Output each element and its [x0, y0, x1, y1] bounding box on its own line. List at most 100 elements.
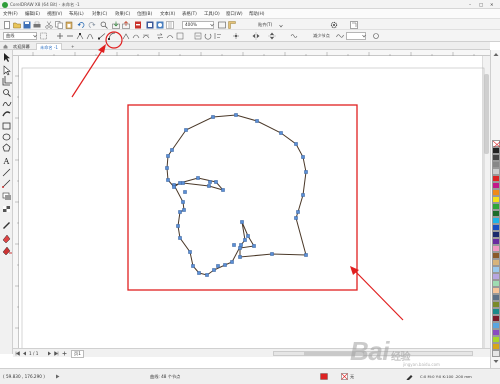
menu-bitmaps[interactable]: 位图(B) — [137, 11, 152, 17]
swatch-green[interactable] — [492, 203, 500, 210]
swatch-teal[interactable] — [492, 308, 500, 315]
first-page-icon[interactable] — [15, 351, 20, 356]
parallel-dimension-tool-icon[interactable] — [2, 168, 11, 177]
swatch-blue[interactable] — [492, 224, 500, 231]
swatch-yellow[interactable] — [492, 196, 500, 203]
crop-tool-icon[interactable] — [2, 76, 12, 86]
select-mode-icon[interactable] — [40, 32, 48, 40]
swatch-tan[interactable] — [492, 259, 500, 266]
swatch-light-blue[interactable] — [492, 266, 500, 273]
transparency-tool-icon[interactable] — [3, 206, 10, 212]
open-folder-icon[interactable] — [13, 21, 21, 29]
symmetrical-node-icon[interactable] — [142, 32, 150, 40]
menu-help[interactable]: 帮助(H) — [249, 11, 265, 17]
palette-scroll-down-icon[interactable] — [493, 359, 499, 364]
break-curve-icon[interactable] — [86, 32, 94, 40]
outline-pen-icon[interactable] — [406, 373, 413, 380]
connector-tool-icon[interactable] — [2, 179, 11, 188]
select-all-nodes-icon[interactable] — [232, 32, 240, 40]
convert-to-curve-icon[interactable] — [108, 32, 116, 40]
redo-icon[interactable] — [88, 21, 96, 29]
swatch-gray-10[interactable] — [492, 350, 500, 357]
snap-to-dropdown[interactable]: 贴齐(T) — [258, 22, 272, 28]
swatch-olive[interactable] — [492, 301, 500, 308]
vertical-scrollbar[interactable] — [482, 56, 490, 348]
full-screen-icon[interactable] — [218, 21, 226, 29]
cusp-node-icon[interactable] — [122, 32, 130, 40]
menu-edit[interactable]: 编辑(E) — [25, 11, 40, 17]
color-proof-icon[interactable] — [320, 373, 328, 380]
extend-curve-icon[interactable] — [166, 32, 174, 40]
add-node-icon[interactable] — [56, 32, 64, 40]
polygon-tool-icon[interactable] — [2, 143, 11, 152]
print-icon[interactable] — [33, 21, 41, 29]
swatch-lavender[interactable] — [492, 273, 500, 280]
new-document-icon[interactable] — [3, 21, 11, 29]
close-button[interactable]: ✕ — [490, 2, 494, 7]
menu-effects[interactable]: 效果(C) — [115, 11, 130, 17]
swatch-sky[interactable] — [492, 322, 500, 329]
slider-icon[interactable] — [362, 34, 366, 38]
swatch-purple[interactable] — [492, 238, 500, 245]
add-page-icon[interactable] — [62, 351, 67, 356]
rectangle-tool-icon[interactable] — [2, 122, 11, 130]
cut-icon[interactable] — [45, 21, 53, 29]
swatch-red[interactable] — [492, 175, 500, 182]
swatch-violet[interactable] — [492, 329, 500, 336]
pick-tool-icon[interactable] — [4, 53, 10, 62]
swatch-slate[interactable] — [492, 294, 500, 301]
swatch-peach[interactable] — [492, 287, 500, 294]
extract-subpath-icon[interactable] — [176, 32, 184, 40]
elastic-mode-icon[interactable] — [290, 32, 298, 40]
reverse-direction-icon[interactable] — [156, 32, 164, 40]
rulers-icon[interactable] — [228, 21, 236, 29]
shape-tool-icon[interactable] — [3, 65, 11, 76]
close-path-icon[interactable] — [372, 32, 380, 40]
mirror-horizontal-icon[interactable] — [252, 32, 260, 40]
publish-pdf-icon[interactable] — [134, 21, 142, 29]
menu-window[interactable]: 窗口(W) — [226, 11, 243, 17]
menu-view[interactable]: 视图(V) — [47, 11, 62, 17]
mirror-vertical-icon[interactable] — [268, 32, 276, 40]
last-page-icon[interactable] — [54, 351, 59, 356]
swatch-gold[interactable] — [492, 343, 500, 350]
align-nodes-icon[interactable] — [214, 32, 222, 40]
convert-to-line-icon[interactable] — [98, 32, 106, 40]
scrollbar-thumb[interactable] — [484, 74, 489, 154]
swatch-maroon[interactable] — [492, 315, 500, 322]
application-launcher-icon[interactable] — [146, 21, 154, 29]
reduce-nodes-button[interactable]: 减少节点 — [313, 33, 330, 39]
text-tool-icon[interactable]: A — [3, 157, 10, 166]
play-icon[interactable] — [55, 374, 60, 379]
interactive-fill-tool-icon[interactable] — [2, 234, 11, 244]
artistic-media-tool-icon[interactable] — [2, 111, 11, 117]
swatch-navy[interactable] — [492, 231, 500, 238]
menu-text[interactable]: 文本(X) — [160, 11, 175, 17]
import-icon[interactable] — [112, 21, 120, 29]
drop-shadow-tool-icon[interactable] — [2, 192, 11, 200]
minimize-button[interactable]: – — [469, 2, 471, 7]
smart-fill-tool-icon[interactable] — [2, 246, 12, 256]
smooth-node-icon[interactable] — [132, 32, 140, 40]
next-page-icon[interactable] — [47, 351, 52, 356]
swatch-dark-green[interactable] — [492, 210, 500, 217]
menu-file[interactable]: 文件(F) — [3, 11, 18, 17]
stretch-nodes-icon[interactable] — [194, 32, 202, 40]
launch-panel-icon[interactable] — [350, 21, 358, 29]
curve-smoothness-icon[interactable] — [336, 32, 344, 40]
swatch-pink[interactable] — [492, 245, 500, 252]
rotate-nodes-icon[interactable] — [204, 32, 212, 40]
drawing-canvas[interactable] — [19, 56, 490, 348]
palette-scroll-up-icon[interactable] — [493, 52, 499, 57]
welcome-screen-icon[interactable] — [156, 21, 164, 29]
copy-icon[interactable] — [55, 21, 63, 29]
swatch-gray-50[interactable] — [492, 161, 500, 168]
swatch-black[interactable] — [492, 147, 500, 154]
save-icon[interactable] — [23, 21, 31, 29]
page-tab-1[interactable]: 页1 — [71, 350, 84, 358]
join-nodes-icon[interactable] — [76, 32, 84, 40]
home-icon[interactable] — [3, 44, 8, 49]
menu-layout[interactable]: 布局(L) — [69, 11, 84, 17]
swatch-no-color[interactable] — [492, 140, 500, 148]
menu-object[interactable]: 对象(C) — [92, 11, 107, 17]
